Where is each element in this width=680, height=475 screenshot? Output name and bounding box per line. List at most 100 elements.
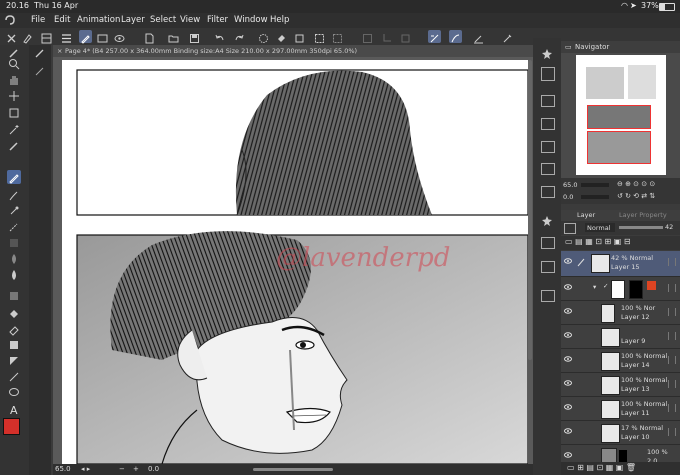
decoration-icon[interactable] [7, 219, 21, 233]
figure-icon[interactable] [7, 337, 21, 351]
canvas-scrollbar[interactable] [528, 60, 532, 360]
layer-row[interactable]: 100 % Normal Layer 11 [561, 397, 680, 421]
visibility-icon[interactable] [564, 284, 572, 290]
nav-zoom-icons[interactable]: ⊖ ⊕ ⊙ ⊙ ⊙ [617, 180, 655, 188]
tab-layer[interactable]: Layer [577, 211, 595, 219]
eyedropper-icon[interactable] [7, 138, 21, 152]
horizontal-scrollbar[interactable] [253, 468, 333, 471]
drag-handle-icon[interactable] [668, 380, 676, 388]
navigator-icon[interactable] [541, 95, 555, 107]
history-icon[interactable] [541, 261, 555, 273]
layer-action-icons[interactable]: ▭ ⊞ ▤ ⊡ ▦ ▣ 🗑 [567, 463, 636, 472]
main-color-swatch[interactable] [3, 418, 20, 435]
save-icon[interactable] [188, 30, 201, 43]
animation-icon[interactable] [541, 186, 555, 198]
auto-action-icon[interactable] [541, 290, 555, 302]
layer-search-icon[interactable] [541, 163, 555, 175]
frame-icon[interactable] [96, 30, 109, 43]
visibility-icon[interactable] [564, 356, 572, 362]
opacity-value[interactable]: 42 [665, 223, 673, 231]
navigator-preview[interactable] [576, 55, 666, 175]
move-icon[interactable] [7, 88, 21, 102]
close-icon[interactable] [5, 30, 18, 43]
menu-layer[interactable]: Layer [121, 15, 145, 25]
visibility-icon[interactable] [564, 308, 572, 314]
layer-property-icon[interactable] [541, 237, 555, 249]
manga-page[interactable]: @lavenderpd [62, 60, 528, 464]
ruler-snap-icon[interactable] [428, 30, 441, 43]
drag-handle-icon[interactable] [668, 284, 676, 292]
menu-icon[interactable] [60, 30, 73, 43]
eye-icon[interactable] [113, 30, 126, 43]
pen-icon[interactable] [7, 170, 21, 184]
open-folder-icon[interactable] [167, 30, 180, 43]
edit-layer-icon[interactable] [577, 257, 585, 267]
zoom-slider-icon[interactable]: ◂ ▸ [81, 465, 90, 473]
menu-window[interactable]: Window [234, 15, 268, 25]
blend-icon[interactable] [7, 251, 21, 265]
menu-edit[interactable]: Edit [54, 15, 70, 25]
menu-view[interactable]: View [180, 15, 200, 25]
sub-view-icon[interactable] [541, 118, 555, 130]
nav-angle-value[interactable]: 0.0 [563, 193, 573, 201]
layer-tool-icons[interactable]: ▭ ▤ ▦ ⊡ ⊞ ▣ ⊟ [565, 237, 631, 246]
star-icon-2[interactable] [541, 212, 553, 226]
nav-angle-slider[interactable] [581, 195, 609, 199]
nav-zoom-slider[interactable] [581, 183, 609, 187]
expand-icon[interactable] [399, 30, 412, 43]
brush-icon[interactable] [7, 188, 21, 202]
star-icon[interactable] [541, 45, 553, 59]
material-icon[interactable] [541, 67, 555, 81]
crop-icon[interactable] [380, 30, 393, 43]
opacity-slider[interactable] [619, 226, 663, 229]
gradient-icon[interactable] [7, 288, 21, 302]
visibility-icon[interactable] [564, 258, 572, 264]
visibility-icon[interactable] [564, 404, 572, 410]
g-pen-icon[interactable] [33, 45, 47, 59]
new-file-icon[interactable] [143, 30, 156, 44]
menu-filter[interactable]: Filter [207, 15, 228, 25]
nav-zoom-value[interactable]: 65.0 [563, 181, 577, 189]
settings-icon[interactable] [501, 30, 514, 43]
marker-icon[interactable] [33, 63, 47, 77]
drag-handle-icon[interactable] [668, 404, 676, 412]
menu-file[interactable]: File [31, 15, 45, 25]
folder-chevron-icon[interactable]: ▾ [593, 283, 596, 291]
layer-row[interactable]: 100 % Nor Layer 12 [561, 301, 680, 325]
layout-icon[interactable] [40, 30, 53, 44]
zoom-value[interactable]: 65.0 [55, 465, 71, 473]
blend-mode-select[interactable]: Normal [585, 223, 615, 232]
edit-ruler-icon[interactable] [472, 30, 485, 44]
visibility-icon[interactable] [564, 380, 572, 386]
angle-value[interactable]: 0.0 [148, 465, 159, 473]
pen-nib-icon[interactable] [21, 30, 34, 44]
drag-handle-icon[interactable] [668, 308, 676, 316]
redo-icon[interactable] [233, 30, 246, 43]
edit-icon[interactable] [79, 30, 92, 44]
layer-row[interactable]: Layer 9 [561, 325, 680, 349]
special-ruler-icon[interactable] [449, 30, 462, 43]
text-icon[interactable]: A [7, 401, 21, 417]
ruler-icon[interactable] [7, 369, 21, 383]
layer-row[interactable]: 42 % Normal Layer 15 [561, 251, 680, 277]
magic-wand-icon[interactable] [7, 122, 21, 136]
drop-icon[interactable] [7, 267, 21, 281]
eraser-icon[interactable] [7, 321, 21, 336]
menu-animation[interactable]: Animation [77, 15, 120, 25]
invert-selection-icon[interactable] [361, 30, 374, 43]
zoom-minus-icon[interactable]: − [119, 465, 125, 473]
fill-icon[interactable] [275, 30, 288, 43]
fill-bucket-icon[interactable] [7, 305, 21, 319]
hand-icon[interactable] [7, 72, 21, 86]
zoom-icon[interactable] [7, 56, 21, 70]
undo-icon[interactable] [213, 30, 226, 43]
layer-row[interactable]: 100 % Normal Layer 14 [561, 349, 680, 373]
layer-row[interactable]: 17 % Normal Layer 10 [561, 421, 680, 445]
selection-rect-icon[interactable] [7, 105, 21, 119]
deselect-icon[interactable] [331, 30, 344, 43]
drag-handle-icon[interactable] [668, 356, 676, 364]
layer-row[interactable]: 100 % Normal Layer 13 [561, 373, 680, 397]
drag-handle-icon[interactable] [668, 332, 676, 340]
airbrush-icon[interactable] [7, 203, 21, 217]
menu-help[interactable]: Help [270, 15, 289, 25]
